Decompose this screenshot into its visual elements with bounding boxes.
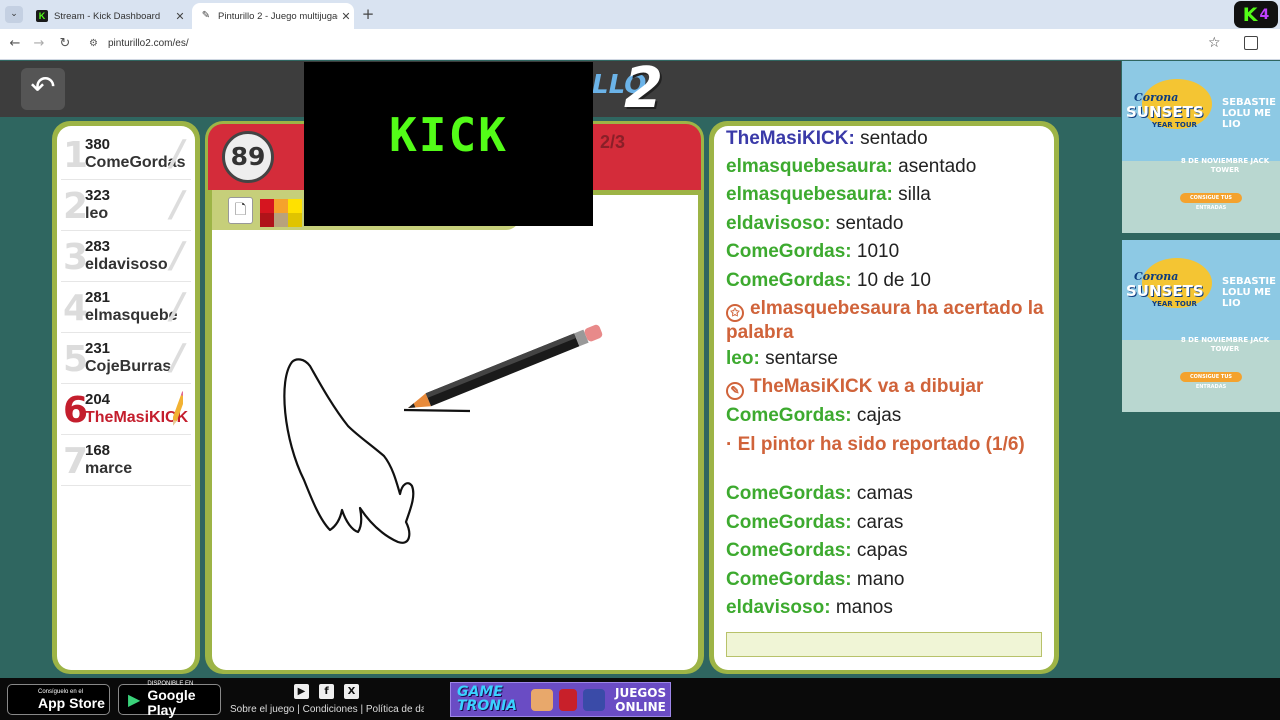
back-arrow-icon[interactable]: ←	[6, 35, 24, 53]
player-row: 3 283 eldavisoso /	[61, 232, 191, 282]
kick-extension-badge[interactable]: K 4	[1234, 1, 1278, 28]
chat-message: ComeGordas: camas	[726, 483, 913, 504]
report-slash-icon[interactable]: /	[171, 238, 184, 274]
chat-message: eldavisoso: manos	[726, 597, 893, 618]
chat-system-message: ✩ elmasquebesaura ha acertado la palabra	[726, 298, 1044, 343]
chat-message: leo: sentarse	[726, 348, 838, 369]
reload-icon[interactable]: ↻	[56, 35, 74, 53]
back-button[interactable]: ↶	[21, 68, 65, 110]
color-swatch-darkyellow[interactable]	[288, 213, 302, 227]
gametronia-banner[interactable]: GAME TRONIA JUEGOS ONLINE	[450, 682, 671, 717]
forward-arrow-icon[interactable]: →	[30, 35, 48, 53]
player-row-drawing: 6 204 TheMasiKICK	[61, 385, 191, 435]
color-swatch-tan[interactable]	[274, 213, 288, 227]
players-list: 1 380 ComeGordas / 2 323 leo / 3 283 eld…	[57, 126, 195, 670]
pencil-icon: ✎	[726, 382, 744, 400]
canvas-drawing	[283, 324, 603, 544]
color-swatch-red[interactable]	[260, 199, 274, 213]
report-slash-icon[interactable]: /	[171, 289, 184, 325]
color-swatch-orange[interactable]	[274, 199, 288, 213]
tab-pinturillo[interactable]: ✎ Pinturillo 2 - Juego multijugador ✕	[192, 3, 354, 29]
report-slash-icon[interactable]: /	[171, 136, 184, 172]
chat-message: ComeGordas: 10 de 10	[726, 270, 931, 291]
play-triangle-icon: ▶	[128, 691, 141, 709]
player-row: 7 168 marce	[61, 436, 191, 486]
chat-message: TheMasiKICK: sentado	[726, 128, 928, 149]
player-row: 2 323 leo /	[61, 181, 191, 231]
timer: 89	[222, 131, 274, 183]
kick-favicon-icon: K	[36, 10, 48, 22]
player-row: 4 281 elmasquebe /	[61, 283, 191, 333]
player-row: 5 231 CojeBurras /	[61, 334, 191, 384]
browser-tab-bar: ⌄ K Stream - Kick Dashboard ✕ ✎ Pinturil…	[0, 0, 1280, 29]
chat-message: elmasquebesaura: asentado	[726, 156, 977, 177]
brush-favicon-icon: ✎	[201, 10, 211, 21]
chat-system-message: ✎ TheMasiKICK va a dibujar	[726, 376, 1046, 400]
site-settings-icon[interactable]: ⚙	[89, 38, 98, 49]
report-slash-icon[interactable]: /	[171, 187, 184, 223]
chat-message: elmasquebesaura: silla	[726, 184, 931, 205]
chat-log: TheMasiKICK: sentado elmasquebesaura: as…	[714, 126, 1054, 670]
chat-message: ComeGordas: capas	[726, 540, 908, 561]
close-tab-icon[interactable]: ✕	[172, 10, 188, 23]
chat-system-message: · El pintor ha sido reportado (1/6)	[726, 434, 1025, 455]
kick-logo: KICK	[389, 108, 508, 162]
chat-message: eldavisoso: sentado	[726, 213, 904, 234]
bookmark-star-icon[interactable]: ☆	[1208, 35, 1221, 51]
close-tab-icon[interactable]: ✕	[338, 10, 354, 23]
google-play-button[interactable]: ▶ DISPONIBLE EN Google Play	[118, 681, 221, 718]
chat-message: ComeGordas: cajas	[726, 405, 902, 426]
round-counter: 2/3	[600, 132, 626, 152]
clear-canvas-page-icon[interactable]: 🗋	[228, 197, 253, 224]
ad-banner[interactable]: Corona SUNSETS YEAR TOUR SEBASTIE LOLU M…	[1122, 61, 1280, 233]
chat-message: ComeGordas: mano	[726, 569, 905, 590]
tab-search-chevron-icon[interactable]: ⌄	[5, 6, 23, 23]
new-tab-button[interactable]: +	[360, 5, 376, 23]
x-twitter-icon[interactable]: X	[344, 684, 359, 699]
chat-message: ComeGordas: caras	[726, 512, 904, 533]
facebook-icon[interactable]: f	[319, 684, 334, 699]
drawing-pencil-icon	[173, 391, 183, 428]
youtube-icon[interactable]: ▶	[294, 684, 309, 699]
ad-banner[interactable]: Corona SUNSETS YEAR TOUR SEBASTIE LOLU M…	[1122, 240, 1280, 412]
color-swatch-yellow[interactable]	[288, 199, 302, 213]
game-characters-icon	[531, 689, 605, 711]
logo-number: 2	[624, 56, 663, 121]
reply-arrow-icon: ↶	[30, 70, 56, 105]
footer-links[interactable]: Sobre el juego | Condiciones | Política …	[230, 704, 424, 715]
extensions-icon[interactable]	[1244, 36, 1258, 50]
url-text[interactable]: pinturillo2.com/es/	[108, 38, 189, 49]
chat-input[interactable]	[726, 632, 1042, 657]
app-store-button[interactable]: Consíguelo en el App Store	[7, 684, 110, 715]
tab-kick-dashboard[interactable]: K Stream - Kick Dashboard ✕	[28, 3, 188, 29]
star-icon: ✩	[726, 304, 744, 322]
color-swatch-darkred[interactable]	[260, 213, 274, 227]
player-row: 1 380 ComeGordas /	[61, 130, 191, 180]
kick-stream-overlay: KICK	[304, 62, 593, 226]
report-slash-icon[interactable]: /	[171, 340, 184, 376]
chat-message: ComeGordas: 1010	[726, 241, 900, 262]
